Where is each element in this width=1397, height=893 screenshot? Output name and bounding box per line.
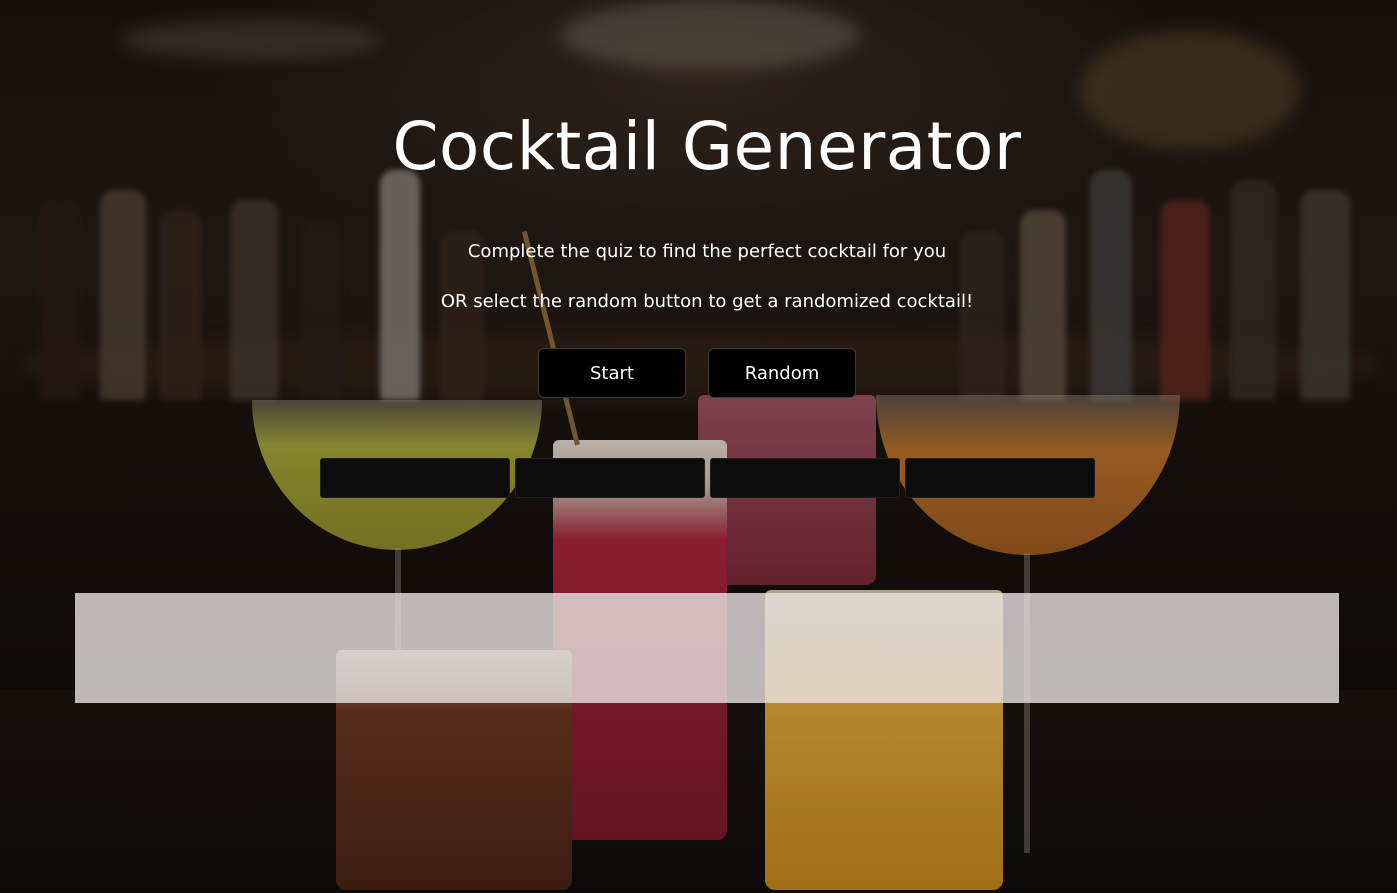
start-button[interactable]: Start	[538, 348, 686, 398]
quiz-slot-1[interactable]	[320, 458, 510, 498]
cocktail-result-panel	[75, 593, 1339, 703]
subtitle-random: OR select the random button to get a ran…	[440, 291, 974, 312]
quiz-slot-4[interactable]	[905, 458, 1095, 498]
page-title: Cocktail Generator	[392, 108, 1022, 185]
page: Cocktail Generator Complete the quiz to …	[0, 0, 1397, 893]
quiz-slot-3[interactable]	[710, 458, 900, 498]
random-button[interactable]: Random	[708, 348, 856, 398]
quiz-answer-slots	[320, 458, 1095, 498]
subtitle-quiz: Complete the quiz to find the perfect co…	[467, 241, 947, 262]
quiz-slot-2[interactable]	[515, 458, 705, 498]
